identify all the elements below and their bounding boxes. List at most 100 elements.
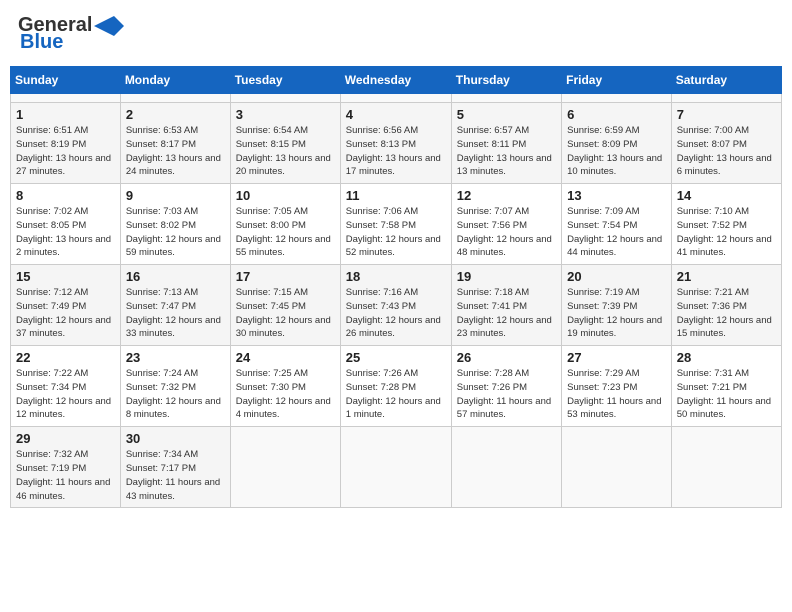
day-info: Sunrise: 7:06 AMSunset: 7:58 PMDaylight:… [346, 206, 441, 258]
calendar-cell: 6 Sunrise: 6:59 AMSunset: 8:09 PMDaylight… [562, 103, 672, 184]
calendar-cell [230, 427, 340, 508]
calendar-cell: 3 Sunrise: 6:54 AMSunset: 8:15 PMDaylight… [230, 103, 340, 184]
calendar-cell [562, 94, 672, 103]
calendar-cell [451, 94, 561, 103]
day-number: 15 [16, 269, 115, 284]
calendar-cell: 21 Sunrise: 7:21 AMSunset: 7:36 PMDayligh… [671, 265, 781, 346]
day-header-saturday: Saturday [671, 67, 781, 94]
day-number: 5 [457, 107, 556, 122]
day-number: 18 [346, 269, 446, 284]
calendar-cell: 24 Sunrise: 7:25 AMSunset: 7:30 PMDayligh… [230, 346, 340, 427]
day-info: Sunrise: 7:34 AMSunset: 7:17 PMDaylight:… [126, 449, 220, 501]
day-number: 17 [236, 269, 335, 284]
week-row-1 [11, 94, 782, 103]
day-number: 23 [126, 350, 225, 365]
day-info: Sunrise: 7:18 AMSunset: 7:41 PMDaylight:… [457, 287, 552, 339]
day-number: 4 [346, 107, 446, 122]
day-info: Sunrise: 6:53 AMSunset: 8:17 PMDaylight:… [126, 125, 221, 177]
day-number: 28 [677, 350, 776, 365]
calendar-cell: 26Sunrise: 7:28 AMSunset: 7:26 PMDayligh… [451, 346, 561, 427]
day-header-friday: Friday [562, 67, 672, 94]
day-info: Sunrise: 7:24 AMSunset: 7:32 PMDaylight:… [126, 368, 221, 420]
week-row-3: 8 Sunrise: 7:02 AMSunset: 8:05 PMDaylight… [11, 184, 782, 265]
day-number: 13 [567, 188, 666, 203]
calendar-cell: 27 Sunrise: 7:29 AMSunset: 7:23 PMDayligh… [562, 346, 672, 427]
calendar-cell: 19 Sunrise: 7:18 AMSunset: 7:41 PMDayligh… [451, 265, 561, 346]
day-number: 7 [677, 107, 776, 122]
day-info: Sunrise: 7:09 AMSunset: 7:54 PMDaylight:… [567, 206, 662, 258]
calendar-cell: 25 Sunrise: 7:26 AMSunset: 7:28 PMDayligh… [340, 346, 451, 427]
calendar-cell: 7Sunrise: 7:00 AMSunset: 8:07 PMDaylight… [671, 103, 781, 184]
day-info: Sunrise: 7:31 AMSunset: 7:21 PMDaylight:… [677, 368, 771, 420]
day-header-tuesday: Tuesday [230, 67, 340, 94]
calendar-cell: 1 Sunrise: 6:51 AMSunset: 8:19 PMDaylight… [11, 103, 121, 184]
calendar-cell [340, 94, 451, 103]
calendar-cell: 23 Sunrise: 7:24 AMSunset: 7:32 PMDayligh… [120, 346, 230, 427]
calendar-cell: 15 Sunrise: 7:12 AMSunset: 7:49 PMDayligh… [11, 265, 121, 346]
day-info: Sunrise: 6:57 AMSunset: 8:11 PMDaylight:… [457, 125, 552, 177]
calendar-cell: 28 Sunrise: 7:31 AMSunset: 7:21 PMDayligh… [671, 346, 781, 427]
calendar-cell [340, 427, 451, 508]
week-row-4: 15 Sunrise: 7:12 AMSunset: 7:49 PMDayligh… [11, 265, 782, 346]
day-number: 12 [457, 188, 556, 203]
calendar-cell: 9 Sunrise: 7:03 AMSunset: 8:02 PMDaylight… [120, 184, 230, 265]
day-number: 3 [236, 107, 335, 122]
logo: General Blue [18, 14, 124, 54]
day-header-sunday: Sunday [11, 67, 121, 94]
day-info: Sunrise: 7:26 AMSunset: 7:28 PMDaylight:… [346, 368, 441, 420]
day-number: 9 [126, 188, 225, 203]
day-info: Sunrise: 6:59 AMSunset: 8:09 PMDaylight:… [567, 125, 662, 177]
day-number: 10 [236, 188, 335, 203]
day-info: Sunrise: 7:05 AMSunset: 8:00 PMDaylight:… [236, 206, 331, 258]
day-number: 25 [346, 350, 446, 365]
day-header-wednesday: Wednesday [340, 67, 451, 94]
day-number: 26 [457, 350, 556, 365]
day-number: 24 [236, 350, 335, 365]
day-number: 21 [677, 269, 776, 284]
day-info: Sunrise: 7:03 AMSunset: 8:02 PMDaylight:… [126, 206, 221, 258]
calendar-cell: 30 Sunrise: 7:34 AMSunset: 7:17 PMDayligh… [120, 427, 230, 508]
day-info: Sunrise: 7:12 AMSunset: 7:49 PMDaylight:… [16, 287, 111, 339]
day-number: 1 [16, 107, 115, 122]
calendar-cell: 16Sunrise: 7:13 AMSunset: 7:47 PMDayligh… [120, 265, 230, 346]
calendar-cell [562, 427, 672, 508]
calendar-table: SundayMondayTuesdayWednesdayThursdayFrid… [10, 66, 782, 508]
calendar-cell [120, 94, 230, 103]
day-info: Sunrise: 7:10 AMSunset: 7:52 PMDaylight:… [677, 206, 772, 258]
day-info: Sunrise: 7:21 AMSunset: 7:36 PMDaylight:… [677, 287, 772, 339]
day-info: Sunrise: 7:07 AMSunset: 7:56 PMDaylight:… [457, 206, 552, 258]
day-number: 22 [16, 350, 115, 365]
day-info: Sunrise: 7:15 AMSunset: 7:45 PMDaylight:… [236, 287, 331, 339]
logo-blue: Blue [20, 31, 63, 54]
calendar-cell: 29Sunrise: 7:32 AMSunset: 7:19 PMDayligh… [11, 427, 121, 508]
calendar-cell: 4Sunrise: 6:56 AMSunset: 8:13 PMDaylight… [340, 103, 451, 184]
calendar-cell: 13 Sunrise: 7:09 AMSunset: 7:54 PMDayligh… [562, 184, 672, 265]
day-number: 14 [677, 188, 776, 203]
day-info: Sunrise: 7:29 AMSunset: 7:23 PMDaylight:… [567, 368, 661, 420]
day-header-thursday: Thursday [451, 67, 561, 94]
calendar-cell: 5 Sunrise: 6:57 AMSunset: 8:11 PMDaylight… [451, 103, 561, 184]
day-info: Sunrise: 6:54 AMSunset: 8:15 PMDaylight:… [236, 125, 331, 177]
day-number: 6 [567, 107, 666, 122]
day-info: Sunrise: 7:02 AMSunset: 8:05 PMDaylight:… [16, 206, 111, 258]
day-info: Sunrise: 7:32 AMSunset: 7:19 PMDaylight:… [16, 449, 110, 501]
header-row: SundayMondayTuesdayWednesdayThursdayFrid… [11, 67, 782, 94]
day-number: 2 [126, 107, 225, 122]
day-number: 30 [126, 431, 225, 446]
calendar-cell [230, 94, 340, 103]
day-info: Sunrise: 7:25 AMSunset: 7:30 PMDaylight:… [236, 368, 331, 420]
calendar-cell: 22Sunrise: 7:22 AMSunset: 7:34 PMDayligh… [11, 346, 121, 427]
calendar-cell: 8 Sunrise: 7:02 AMSunset: 8:05 PMDaylight… [11, 184, 121, 265]
day-number: 11 [346, 188, 446, 203]
calendar-cell [11, 94, 121, 103]
day-info: Sunrise: 6:51 AMSunset: 8:19 PMDaylight:… [16, 125, 111, 177]
day-number: 27 [567, 350, 666, 365]
calendar-cell: 10 Sunrise: 7:05 AMSunset: 8:00 PMDayligh… [230, 184, 340, 265]
week-row-6: 29Sunrise: 7:32 AMSunset: 7:19 PMDayligh… [11, 427, 782, 508]
day-number: 19 [457, 269, 556, 284]
header: General Blue [10, 10, 782, 58]
logo-icon [94, 16, 124, 36]
day-number: 20 [567, 269, 666, 284]
calendar-cell: 14 Sunrise: 7:10 AMSunset: 7:52 PMDayligh… [671, 184, 781, 265]
day-number: 8 [16, 188, 115, 203]
